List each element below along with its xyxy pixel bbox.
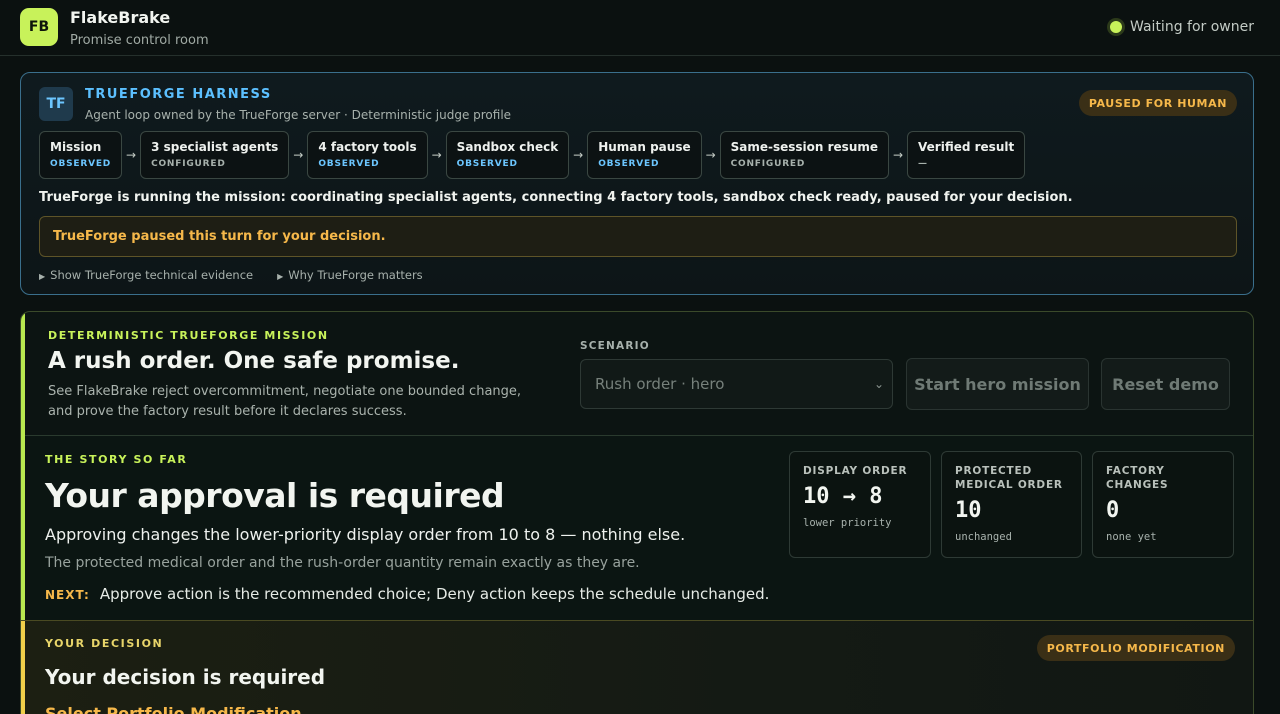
story-kicker: THE STORY SO FAR [45, 453, 188, 466]
harness-links: ▶ Show TrueForge technical evidence ▶ Why … [39, 268, 423, 282]
app-subtitle: Promise control room [70, 33, 209, 48]
metric-label: PROTECTED MEDICAL ORDER [955, 465, 1063, 491]
scenario-label: SCENARIO [580, 340, 650, 352]
metric-note: unchanged [955, 531, 1012, 543]
step-name: 4 factory tools [318, 140, 417, 154]
mission-description: See FlakeBrake reject overcommitment, ne… [48, 384, 522, 419]
decision-accent-bar [21, 621, 25, 714]
harness-title: TRUEFORGE HARNESS [85, 87, 272, 102]
decision-type-badge: PORTFOLIO MODIFICATION [1036, 635, 1235, 661]
story-section: THE STORY SO FAR Your approval is requir… [25, 435, 1253, 620]
metric-display-order: DISPLAY ORDER 10 → 8 lower priority [789, 451, 931, 558]
paused-notice: TrueForge paused this turn for your deci… [39, 216, 1237, 257]
reset-demo-button[interactable]: Reset demo [1101, 358, 1230, 410]
disclosure-triangle-icon: ▶ [277, 272, 284, 281]
decision-kicker: YOUR DECISION [45, 637, 164, 650]
arrow-right-icon: → [431, 148, 442, 162]
mission-kicker: DETERMINISTIC TRUEFORGE MISSION [48, 329, 329, 342]
next-step: NEXT: Approve action is the recommended … [45, 585, 769, 603]
status-label: Waiting for owner [1130, 19, 1254, 35]
toggle-label: Why TrueForge matters [288, 268, 423, 282]
decision-title: Your decision is required [45, 665, 326, 689]
harness-message: TrueForge is running the mission: coordi… [39, 190, 1073, 205]
step-name: Mission [50, 140, 102, 154]
pipeline-steps: Mission OBSERVED → 3 specialist agents C… [39, 131, 1026, 179]
scenario-value: Rush order · hero [595, 375, 725, 393]
step-state: OBSERVED [318, 159, 380, 169]
start-hero-mission-button[interactable]: Start hero mission [906, 358, 1089, 410]
step-mission: Mission OBSERVED [39, 131, 123, 179]
owner-status: Waiting for owner [1110, 19, 1254, 35]
step-name: Verified result [918, 140, 1015, 154]
step-state: CONFIGURED [730, 159, 806, 169]
arrow-right-icon: → [892, 148, 904, 162]
chevron-down-icon: ⌄ [873, 377, 884, 391]
harness-subtitle: Agent loop owned by the TrueForge server… [85, 108, 512, 122]
toggle-label: Show TrueForge technical evidence [50, 268, 254, 282]
scenario-select[interactable]: Rush order · hero ⌄ [580, 359, 893, 409]
step-name: Sandbox check [456, 140, 559, 154]
decision-section: YOUR DECISION Your decision is required … [21, 620, 1253, 714]
trueforge-harness-panel: TF TRUEFORGE HARNESS Agent loop owned by… [20, 72, 1254, 295]
arrow-right-icon: → [126, 148, 137, 162]
step-factory-tools: 4 factory tools OBSERVED [307, 131, 428, 179]
mission-panel: DETERMINISTIC TRUEFORGE MISSION A rush o… [20, 311, 1254, 714]
app-title: FlakeBrake [70, 8, 171, 27]
step-name: Same-session resume [730, 140, 879, 154]
step-name: 3 specialist agents [151, 140, 279, 154]
story-summary: Approving changes the lower-priority dis… [45, 525, 686, 544]
harness-state-badge: PAUSED FOR HUMAN [1078, 90, 1237, 116]
metric-label: DISPLAY ORDER [803, 465, 908, 477]
why-trueforge-toggle[interactable]: ▶ Why TrueForge matters [277, 268, 423, 282]
metric-protected-medical-order: PROTECTED MEDICAL ORDER 10 unchanged [941, 451, 1082, 558]
trueforge-badge: TF [39, 87, 73, 121]
step-state: CONFIGURED [151, 159, 226, 169]
technical-evidence-toggle[interactable]: ▶ Show TrueForge technical evidence [39, 268, 253, 282]
metric-note: none yet [1106, 531, 1157, 543]
story-title: Your approval is required [45, 476, 505, 515]
arrow-right-icon: → [705, 148, 716, 162]
arrow-right-icon: → [573, 148, 584, 162]
select-portfolio-modification-link[interactable]: Select Portfolio Modification [45, 704, 302, 714]
step-state: OBSERVED [598, 159, 660, 169]
metric-factory-changes: FACTORY CHANGES 0 none yet [1092, 451, 1234, 558]
metric-value: 0 [1106, 498, 1120, 523]
next-label: NEXT: [45, 588, 90, 602]
top-bar: FB FlakeBrake Promise control room Waiti… [0, 0, 1280, 56]
step-sandbox-check: Sandbox check OBSERVED [445, 131, 570, 179]
step-specialist-agents: 3 specialist agents CONFIGURED [140, 131, 290, 179]
story-detail: The protected medical order and the rush… [45, 555, 640, 571]
metric-note: lower priority [803, 517, 892, 529]
step-name: Human pause [598, 140, 691, 154]
disclosure-triangle-icon: ▶ [39, 272, 46, 281]
metric-label: FACTORY CHANGES [1106, 465, 1169, 491]
step-state: OBSERVED [456, 159, 518, 169]
next-text: Approve action is the recommended choice… [99, 585, 770, 603]
step-verified-result: Verified result — [907, 131, 1026, 179]
status-dot-icon [1110, 21, 1123, 33]
mission-title: A rush order. One safe promise. [48, 348, 460, 374]
step-state: OBSERVED [50, 159, 112, 169]
step-state: — [918, 159, 928, 169]
step-same-session-resume: Same-session resume CONFIGURED [719, 131, 890, 179]
arrow-right-icon: → [293, 148, 304, 162]
step-human-pause: Human pause OBSERVED [587, 131, 702, 179]
metric-value: 10 → 8 [803, 484, 883, 509]
app-logo: FB [20, 8, 58, 46]
metric-value: 10 [955, 498, 982, 523]
